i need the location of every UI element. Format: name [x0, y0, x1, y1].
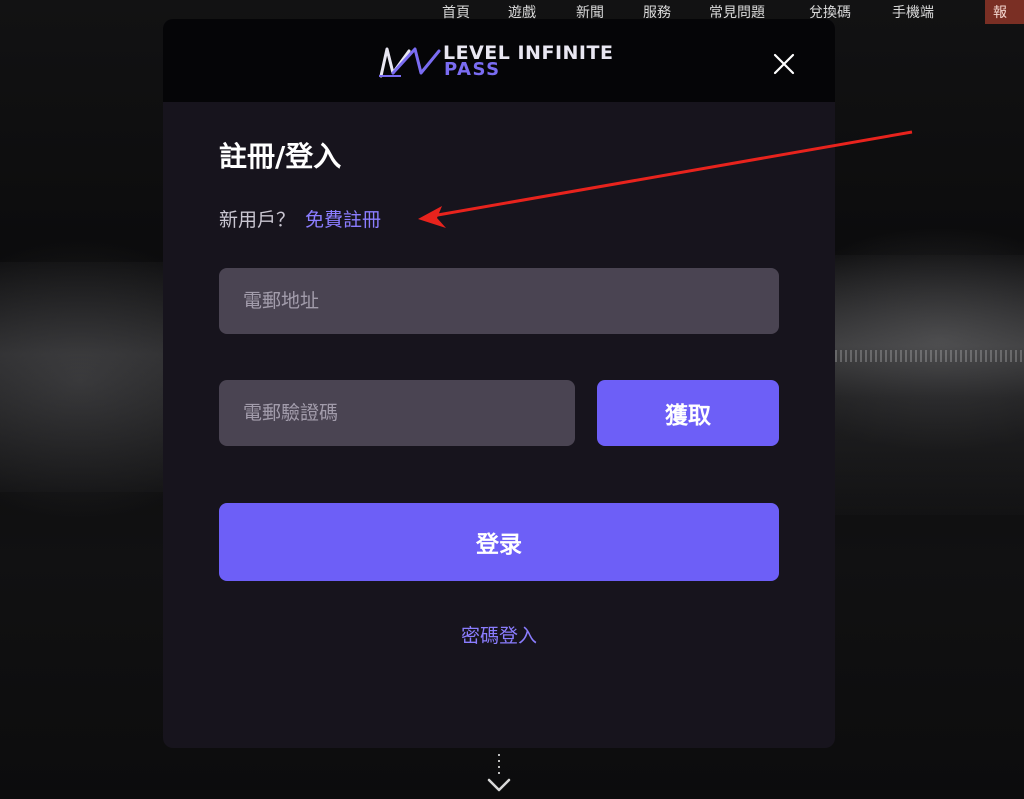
level-infinite-logo-icon [379, 47, 441, 78]
modal-header: LEVEL INFINITE PASS [163, 19, 835, 102]
modal-title: 註冊/登入 [219, 140, 342, 173]
scroll-down-icon [487, 754, 511, 792]
get-code-button[interactable]: 獲取 [597, 380, 779, 446]
background-barbell-left [0, 262, 163, 492]
email-field[interactable] [219, 268, 779, 334]
background-barbell-right [835, 255, 1024, 515]
email-verification-code-field[interactable] [219, 380, 575, 446]
nav-item-mobile[interactable]: 手機端 [892, 2, 934, 22]
close-icon [773, 53, 795, 75]
scroll-down-hint[interactable] [484, 752, 514, 799]
close-button[interactable] [769, 49, 799, 79]
login-modal: LEVEL INFINITE PASS 註冊/登入 新用戶？ 免費註冊 獲取 登录… [163, 19, 835, 748]
free-register-link[interactable]: 免費註冊 [305, 209, 381, 231]
password-login-link[interactable]: 密碼登入 [163, 621, 835, 648]
nav-item-report[interactable]: 報 [985, 0, 1024, 24]
logo-text-pass: PASS [444, 59, 501, 80]
new-user-label: 新用戶？ [219, 209, 296, 231]
level-infinite-pass-logo: LEVEL INFINITE PASS [379, 41, 619, 81]
register-prompt: 新用戶？ 免費註冊 [219, 205, 381, 232]
login-button[interactable]: 登录 [219, 503, 779, 581]
